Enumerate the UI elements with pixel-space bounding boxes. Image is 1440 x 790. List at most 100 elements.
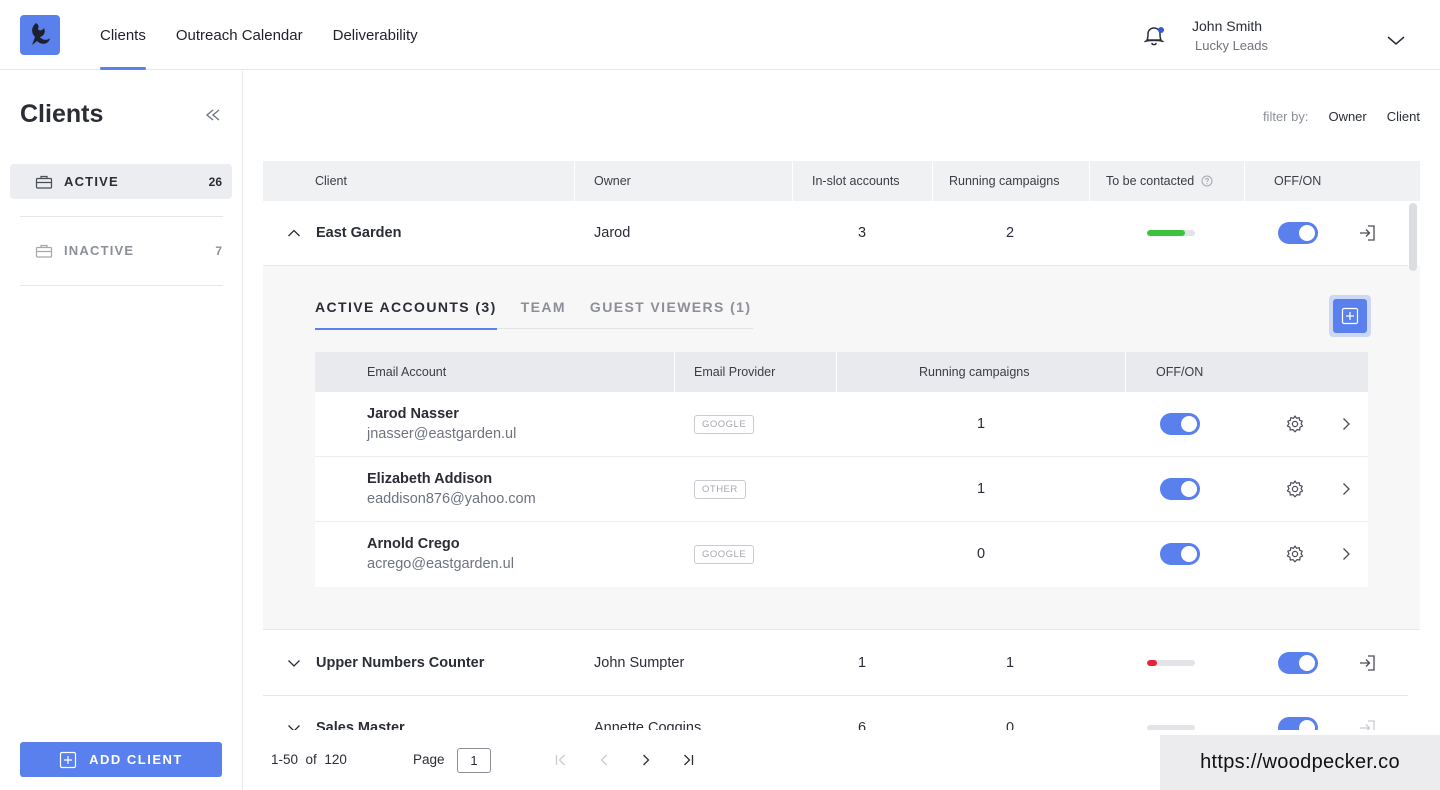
column-header-running-campaigns[interactable]: Running campaigns — [919, 352, 1030, 392]
account-open-button[interactable] — [1341, 457, 1351, 521]
column-header-client[interactable]: Client — [315, 161, 347, 201]
login-button[interactable] — [1357, 631, 1377, 695]
column-header-off-on[interactable]: OFF/ON — [1156, 352, 1203, 392]
column-header-off-on[interactable]: OFF/ON — [1274, 161, 1321, 201]
filter-owner[interactable]: Owner — [1328, 109, 1366, 124]
expanded-client-panel: ACTIVE ACCOUNTS (3) TEAM GUEST VIEWERS (… — [263, 266, 1420, 630]
sidebar-item-active[interactable]: ACTIVE 26 — [10, 164, 232, 199]
collapse-row-button[interactable] — [287, 201, 301, 265]
divider — [1089, 161, 1090, 201]
column-header-email-provider[interactable]: Email Provider — [694, 352, 775, 392]
nav-deliverability[interactable]: Deliverability — [333, 0, 418, 70]
account-row[interactable]: Jarod Nasser jnasser@eastgarden.ul GOOGL… — [315, 392, 1368, 457]
toggle-switch[interactable] — [1160, 478, 1200, 500]
account-toggle[interactable] — [1160, 522, 1200, 586]
account-settings-button[interactable] — [1285, 457, 1305, 521]
column-header-owner[interactable]: Owner — [594, 161, 631, 201]
chevron-down-icon[interactable] — [1386, 33, 1406, 47]
account-info: Elizabeth Addison eaddison876@yahoo.com — [367, 457, 536, 521]
nav-outreach-calendar[interactable]: Outreach Calendar — [176, 0, 303, 70]
collapse-icon[interactable] — [204, 108, 222, 122]
add-client-button[interactable]: ADD CLIENT — [20, 742, 222, 777]
tab-team[interactable]: TEAM — [521, 299, 566, 329]
prev-page-icon[interactable] — [596, 752, 612, 768]
client-toggle[interactable] — [1278, 631, 1318, 695]
account-open-button[interactable] — [1341, 522, 1351, 586]
client-name: East Garden — [316, 225, 402, 241]
expand-row-button[interactable] — [287, 631, 301, 695]
account-settings-button[interactable] — [1285, 392, 1305, 456]
progress-fill — [1147, 230, 1186, 236]
briefcase-icon — [35, 244, 53, 258]
toggle-switch[interactable] — [1278, 222, 1318, 244]
column-header-label: To be contacted — [1106, 174, 1195, 188]
account-name: Elizabeth Addison — [367, 471, 493, 487]
first-page-icon[interactable] — [553, 752, 569, 768]
sidebar-item-label: INACTIVE — [64, 243, 135, 258]
account-settings-button[interactable] — [1285, 522, 1305, 586]
to-be-contacted-progress — [1147, 631, 1195, 695]
range-value: 1-50 — [271, 752, 299, 767]
account-email: acrego@eastgarden.ul — [367, 556, 514, 572]
page-input[interactable]: 1 — [457, 748, 491, 773]
watermark: https://woodpecker.co — [1160, 735, 1440, 790]
toggle-switch[interactable] — [1160, 413, 1200, 435]
provider-badge: GOOGLE — [694, 414, 755, 434]
client-toggle[interactable] — [1278, 201, 1318, 265]
account-running-count: 0 — [977, 546, 986, 562]
tab-guest-viewers[interactable]: GUEST VIEWERS (1) — [590, 299, 751, 329]
progress-bar — [1147, 660, 1195, 666]
filter-client[interactable]: Client — [1387, 109, 1420, 124]
client-owner: John Sumpter — [594, 655, 685, 671]
account-running-count: 1 — [977, 481, 986, 497]
plus-box-icon — [60, 751, 77, 768]
account-row[interactable]: Elizabeth Addison eaddison876@yahoo.com … — [315, 457, 1368, 522]
table-row[interactable]: Upper Numbers Counter John Sumpter 1 1 — [263, 631, 1408, 696]
sidebar-item-inactive[interactable]: INACTIVE 7 — [10, 233, 232, 268]
next-page-icon[interactable] — [638, 752, 654, 768]
provider-badge: GOOGLE — [694, 544, 755, 564]
user-menu[interactable]: John Smith Lucky Leads — [1192, 18, 1268, 53]
add-account-button-inner — [1333, 299, 1367, 333]
account-toggle[interactable] — [1160, 457, 1200, 521]
table-row[interactable]: East Garden Jarod 3 2 — [263, 201, 1408, 266]
account-toggle[interactable] — [1160, 392, 1200, 456]
progress-bar — [1147, 230, 1195, 236]
divider — [932, 161, 933, 201]
last-page-icon[interactable] — [680, 752, 696, 768]
divider — [792, 161, 793, 201]
account-info: Arnold Crego acrego@eastgarden.ul — [367, 522, 514, 586]
help-icon[interactable] — [1201, 175, 1213, 187]
page-label: Page — [413, 752, 445, 767]
top-bar: Clients Outreach Calendar Deliverability… — [0, 0, 1440, 70]
gear-icon — [1286, 545, 1304, 563]
account-info: Jarod Nasser jnasser@eastgarden.ul — [367, 392, 516, 456]
in-slot-count: 3 — [858, 225, 867, 241]
column-header-running[interactable]: Running campaigns — [949, 161, 1060, 201]
login-icon — [1360, 655, 1375, 671]
chevron-up-icon — [288, 229, 300, 237]
sidebar-item-count: 7 — [215, 243, 222, 258]
column-header-in-slot[interactable]: In-slot accounts — [812, 161, 900, 201]
add-account-button[interactable] — [1329, 295, 1371, 337]
login-button[interactable] — [1357, 201, 1377, 265]
tab-active-accounts[interactable]: ACTIVE ACCOUNTS (3) — [315, 299, 497, 330]
logo-icon[interactable] — [20, 15, 60, 55]
bell-icon[interactable] — [1142, 24, 1166, 48]
account-open-button[interactable] — [1341, 392, 1351, 456]
chevron-right-icon — [1343, 548, 1350, 560]
account-name: Jarod Nasser — [367, 406, 459, 422]
column-header-to-be-contacted[interactable]: To be contacted — [1106, 161, 1213, 201]
filter-bar: filter by: Owner Client — [1263, 109, 1420, 124]
table-scrollbar[interactable] — [1409, 203, 1417, 271]
column-header-email-account[interactable]: Email Account — [367, 352, 446, 392]
divider — [574, 161, 575, 201]
nav-clients[interactable]: Clients — [100, 0, 146, 70]
toggle-switch[interactable] — [1160, 543, 1200, 565]
provider-cell: GOOGLE — [694, 392, 755, 456]
briefcase-icon — [35, 175, 53, 189]
client-owner: Jarod — [594, 225, 631, 241]
gear-icon — [1286, 415, 1304, 433]
toggle-switch[interactable] — [1278, 652, 1318, 674]
account-row[interactable]: Arnold Crego acrego@eastgarden.ul GOOGLE… — [315, 522, 1368, 587]
